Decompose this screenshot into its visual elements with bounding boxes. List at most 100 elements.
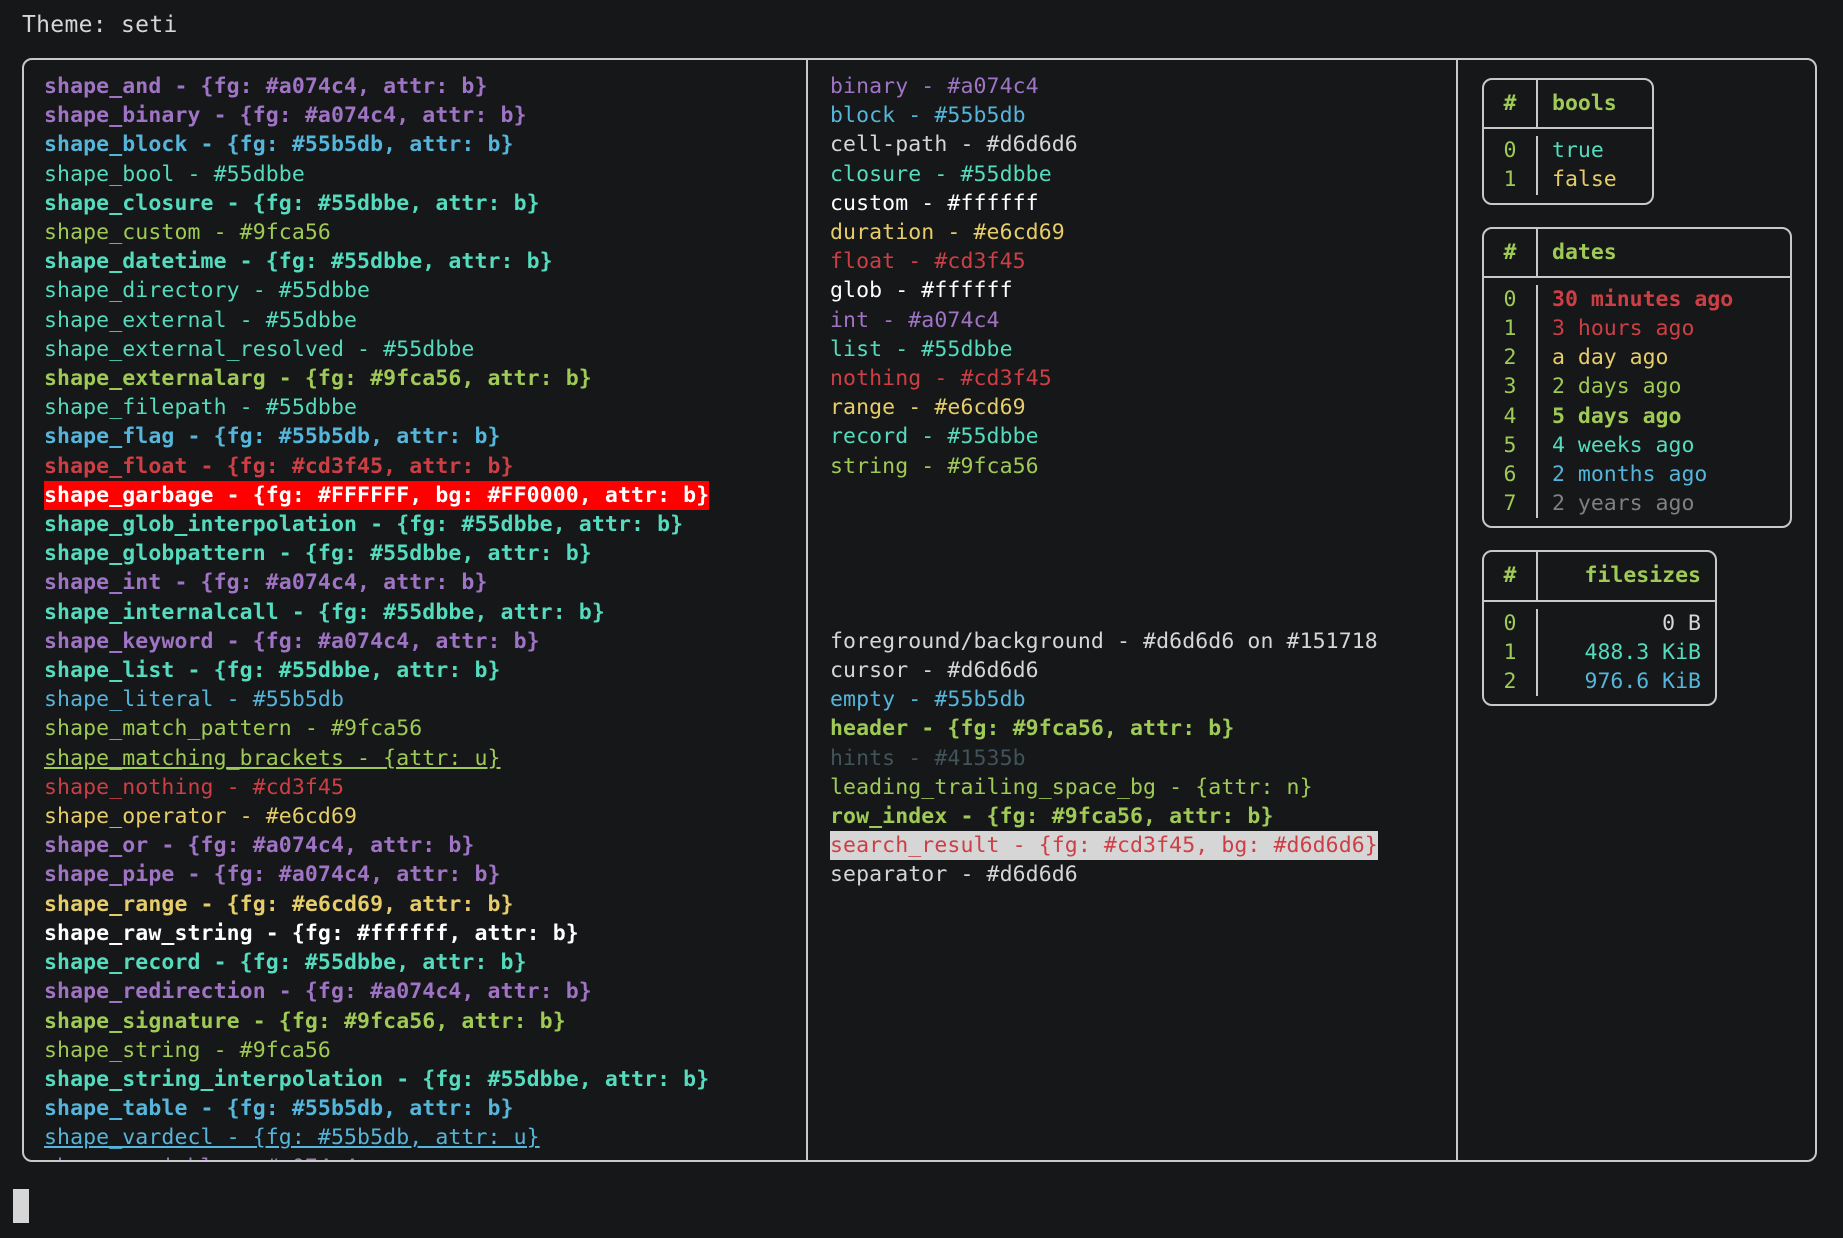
row-index: 0 [1484,284,1538,315]
bools-index-header: # [1484,80,1538,128]
table-row: 0 30 minutes ago [1484,284,1790,315]
shape-row: shape_float - {fg: #cd3f45, attr: b} [44,452,806,481]
shape-row: shape_record - {fg: #55dbbe, attr: b} [44,948,806,977]
filesizes-table-body: 0 0 B 1 488.3 KiB 2 976.6 KiB [1484,602,1715,705]
row-index: 5 [1484,430,1538,461]
types-list: binary - #a074c4 block - #55b5db cell-path… [830,72,1456,481]
row-value: 5 days ago [1552,403,1682,429]
shape-row: shape_redirection - {fg: #a074c4, attr: … [44,977,806,1006]
shape-line: shape_internalcall - {fg: #55dbbe, attr:… [44,599,605,625]
shape-row: shape_nothing - #cd3f45 [44,773,806,802]
type-line: custom - #ffffff [830,190,1039,216]
dates-table-body: 0 30 minutes ago 1 3 hours ago 2 a day ago 3 2 … [1484,278,1790,527]
shape-line: shape_filepath - #55dbbe [44,395,358,421]
ui-element-row: leading_trailing_space_bg - {attr: n} [830,773,1456,802]
shapes-column: shape_and - {fg: #a074c4, attr: b} shape_… [24,60,808,1160]
row-index: 1 [1484,637,1538,668]
table-row: 4 5 days ago [1484,401,1790,431]
row-value: 2 years ago [1552,491,1695,517]
ui-element-line: foreground/background - #d6d6d6 on #1517… [830,628,1378,654]
filesizes-table: # filesizes 0 0 B 1 488.3 KiB 2 976.6 KiB [1482,550,1717,707]
shape-line: shape_match_pattern - #9fca56 [44,716,423,742]
shape-line: shape_keyword - {fg: #a074c4, attr: b} [44,628,540,654]
table-row: 5 4 weeks ago [1484,430,1790,461]
type-line: cell-path - #d6d6d6 [830,132,1078,158]
shape-line: shape_closure - {fg: #55dbbe, attr: b} [44,190,540,216]
row-value: 2 days ago [1552,374,1682,400]
row-value: 2 months ago [1552,462,1708,488]
shape-line: shape_custom - #9fca56 [44,220,331,246]
ui-element-line: row_index - {fg: #9fca56, attr: b} [830,804,1274,830]
row-index: 2 [1484,343,1538,373]
table-row: 1 3 hours ago [1484,314,1790,344]
shape-line: shape_variable - #a074c4 [44,1153,806,1160]
shape-row: shape_glob_interpolation - {fg: #55dbbe,… [44,510,806,539]
row-value: 0 B [1662,610,1701,636]
type-row: duration - #e6cd69 [830,218,1456,247]
dates-value-header: dates [1552,239,1617,265]
type-row: glob - #ffffff [830,276,1456,305]
type-line: duration - #e6cd69 [830,220,1065,246]
shape-row: shape_externalarg - {fg: #9fca56, attr: … [44,364,806,393]
shape-row: shape_directory - #55dbbe [44,276,806,305]
shape-line: shape_raw_string - {fg: #ffffff, attr: b… [44,920,579,946]
ui-elements-list: foreground/background - #d6d6d6 on #1517… [830,627,1456,890]
table-row: 2 976.6 KiB [1484,667,1715,697]
type-line: string - #9fca56 [830,453,1039,479]
type-row: nothing - #cd3f45 [830,364,1456,393]
bools-table: # bools 0 true 1 false [1482,78,1654,205]
table-row: 0 0 B [1484,608,1715,638]
terminal-cursor [13,1189,29,1223]
shape-row: shape_garbage - {fg: #FFFFFF, bg: #FF000… [44,480,806,511]
type-row: cell-path - #d6d6d6 [830,130,1456,159]
shape-row: shape_datetime - {fg: #55dbbe, attr: b} [44,247,806,276]
shape-line: shape_externalarg - {fg: #9fca56, attr: … [44,366,592,392]
ui-element-line: search_result - {fg: #cd3f45, bg: #d6d6d… [830,831,1378,861]
table-row: 7 2 years ago [1484,489,1790,519]
shape-line: shape_list - {fg: #55dbbe, attr: b} [44,658,501,684]
shape-line: shape_garbage - {fg: #FFFFFF, bg: #FF000… [44,480,710,511]
dates-table-header: # dates [1484,228,1790,278]
type-line: binary - #a074c4 [830,74,1039,99]
ui-element-row: separator - #d6d6d6 [830,860,1456,889]
table-row: 0 true [1484,136,1652,166]
shape-line: shape_and - {fg: #a074c4, attr: b} [44,74,488,99]
shape-row: shape_filepath - #55dbbe [44,393,806,422]
row-index: 1 [1484,314,1538,344]
shape-row: shape_literal - #55b5db [44,685,806,714]
dates-index-header: # [1484,228,1538,276]
type-row: block - #55b5db [830,101,1456,130]
shape-line: shape_signature - {fg: #9fca56, attr: b} [44,1008,566,1034]
type-line: block - #55b5db [830,103,1026,129]
shape-line: shape_glob_interpolation - {fg: #55dbbe,… [44,512,684,538]
shape-row: shape_external_resolved - #55dbbe [44,335,806,364]
shape-line: shape_directory - #55dbbe [44,278,371,304]
shape-line: shape_bool - #55dbbe [44,161,305,187]
ui-element-row: header - {fg: #9fca56, attr: b} [830,714,1456,743]
row-index: 2 [1484,667,1538,697]
table-row: 2 a day ago [1484,343,1790,373]
type-line: nothing - #cd3f45 [830,366,1052,392]
shape-line: shape_literal - #55b5db [44,687,345,713]
table-row: 6 2 months ago [1484,460,1790,490]
shape-row: shape_match_pattern - #9fca56 [44,714,806,743]
type-line: float - #cd3f45 [830,249,1026,275]
shape-row: shape_int - {fg: #a074c4, attr: b} [44,568,806,597]
shape-line: shape_flag - {fg: #55b5db, attr: b} [44,424,501,450]
bools-value-header: bools [1552,91,1617,116]
shape-line: shape_float - {fg: #cd3f45, attr: b} [44,453,514,479]
shape-row: shape_internalcall - {fg: #55dbbe, attr:… [44,598,806,627]
ui-element-row: row_index - {fg: #9fca56, attr: b} [830,802,1456,831]
ui-element-line: leading_trailing_space_bg - {attr: n} [830,774,1313,800]
shape-line: shape_pipe - {fg: #a074c4, attr: b} [44,862,501,888]
type-row: custom - #ffffff [830,189,1456,218]
shape-line: shape_external_resolved - #55dbbe [44,336,475,362]
row-value: true [1552,138,1604,164]
ui-element-line: cursor - #d6d6d6 [830,658,1039,684]
shape-row: shape_string_interpolation - {fg: #55dbb… [44,1065,806,1094]
row-index: 3 [1484,372,1538,402]
ui-element-row: foreground/background - #d6d6d6 on #1517… [830,627,1456,656]
shape-row: shape_vardecl - {fg: #55b5db, attr: u} [44,1123,806,1152]
shape-row: shape_globpattern - {fg: #55dbbe, attr: … [44,539,806,568]
row-value: false [1552,167,1617,193]
